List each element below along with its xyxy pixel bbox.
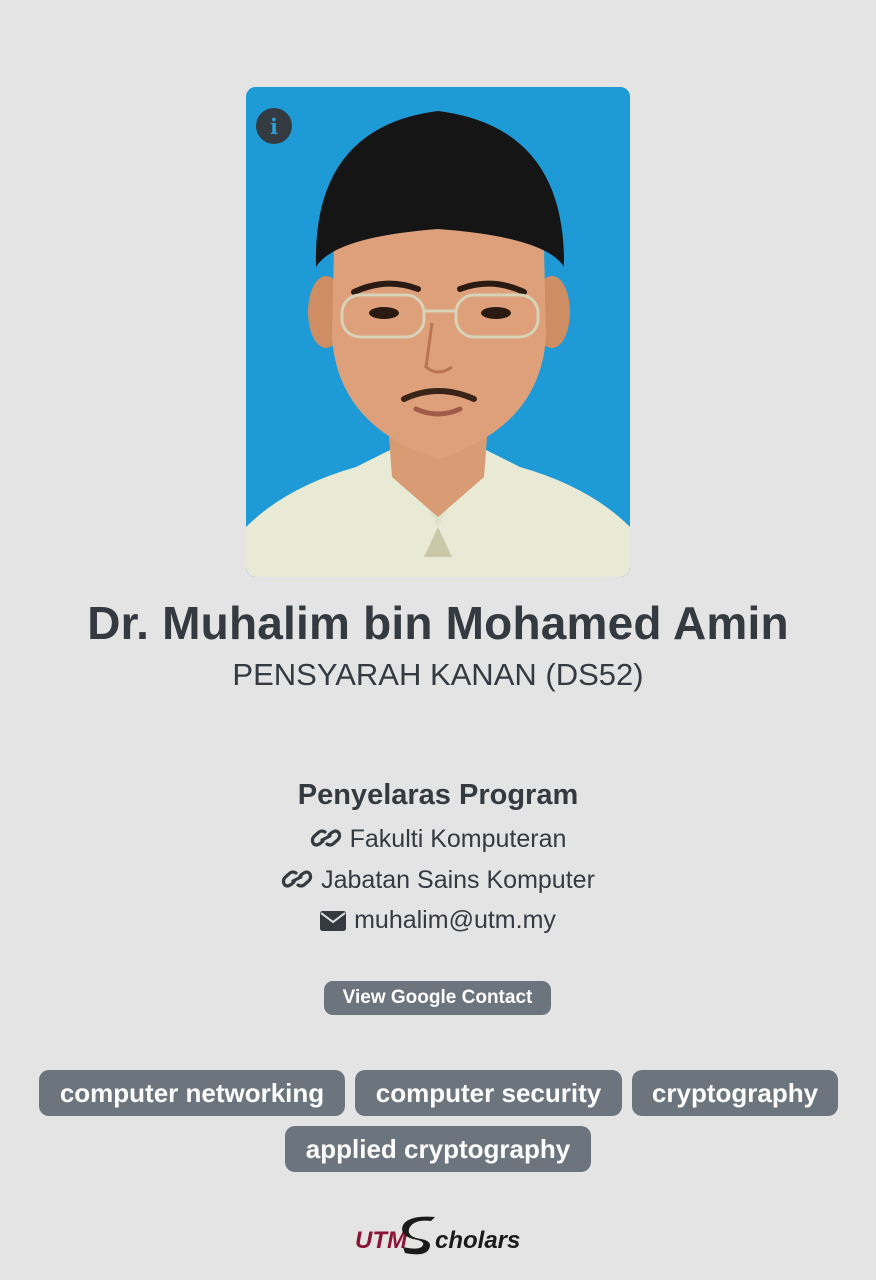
svg-text:UTM: UTM [355, 1227, 408, 1254]
tag-applied-cryptography[interactable]: applied cryptography [285, 1126, 591, 1172]
email-row[interactable]: muhalim@utm.my [0, 906, 876, 938]
profile-photo: i [246, 87, 630, 577]
view-google-contact-button[interactable]: View Google Contact [324, 981, 551, 1015]
link-icon [281, 867, 313, 898]
profile-page: i Dr. Muhalim bin Mohamed Amin PENSYARAH… [0, 0, 876, 1280]
profile-position: PENSYARAH KANAN (DS52) [232, 657, 644, 692]
department-row[interactable]: Jabatan Sains Komputer [0, 866, 876, 898]
link-icon [310, 826, 342, 857]
info-icon[interactable]: i [256, 108, 292, 144]
utm-scholars-logo[interactable]: UTM cholars [355, 1215, 525, 1259]
tag-cryptography[interactable]: cryptography [632, 1070, 838, 1116]
faculty-row[interactable]: Fakulti Komputeran [0, 825, 876, 857]
email-link[interactable]: muhalim@utm.my [354, 906, 556, 934]
tag-computer-networking[interactable]: computer networking [39, 1070, 345, 1116]
svg-text:cholars: cholars [435, 1227, 520, 1254]
portrait-image [246, 87, 630, 577]
tag-computer-security[interactable]: computer security [355, 1070, 622, 1116]
envelope-icon [320, 909, 347, 938]
faculty-label: Fakulti Komputeran [349, 825, 567, 853]
department-label: Jabatan Sains Komputer [321, 866, 595, 894]
profile-name: Dr. Muhalim bin Mohamed Amin [87, 597, 789, 649]
profile-role: Penyelaras Program [297, 779, 579, 811]
